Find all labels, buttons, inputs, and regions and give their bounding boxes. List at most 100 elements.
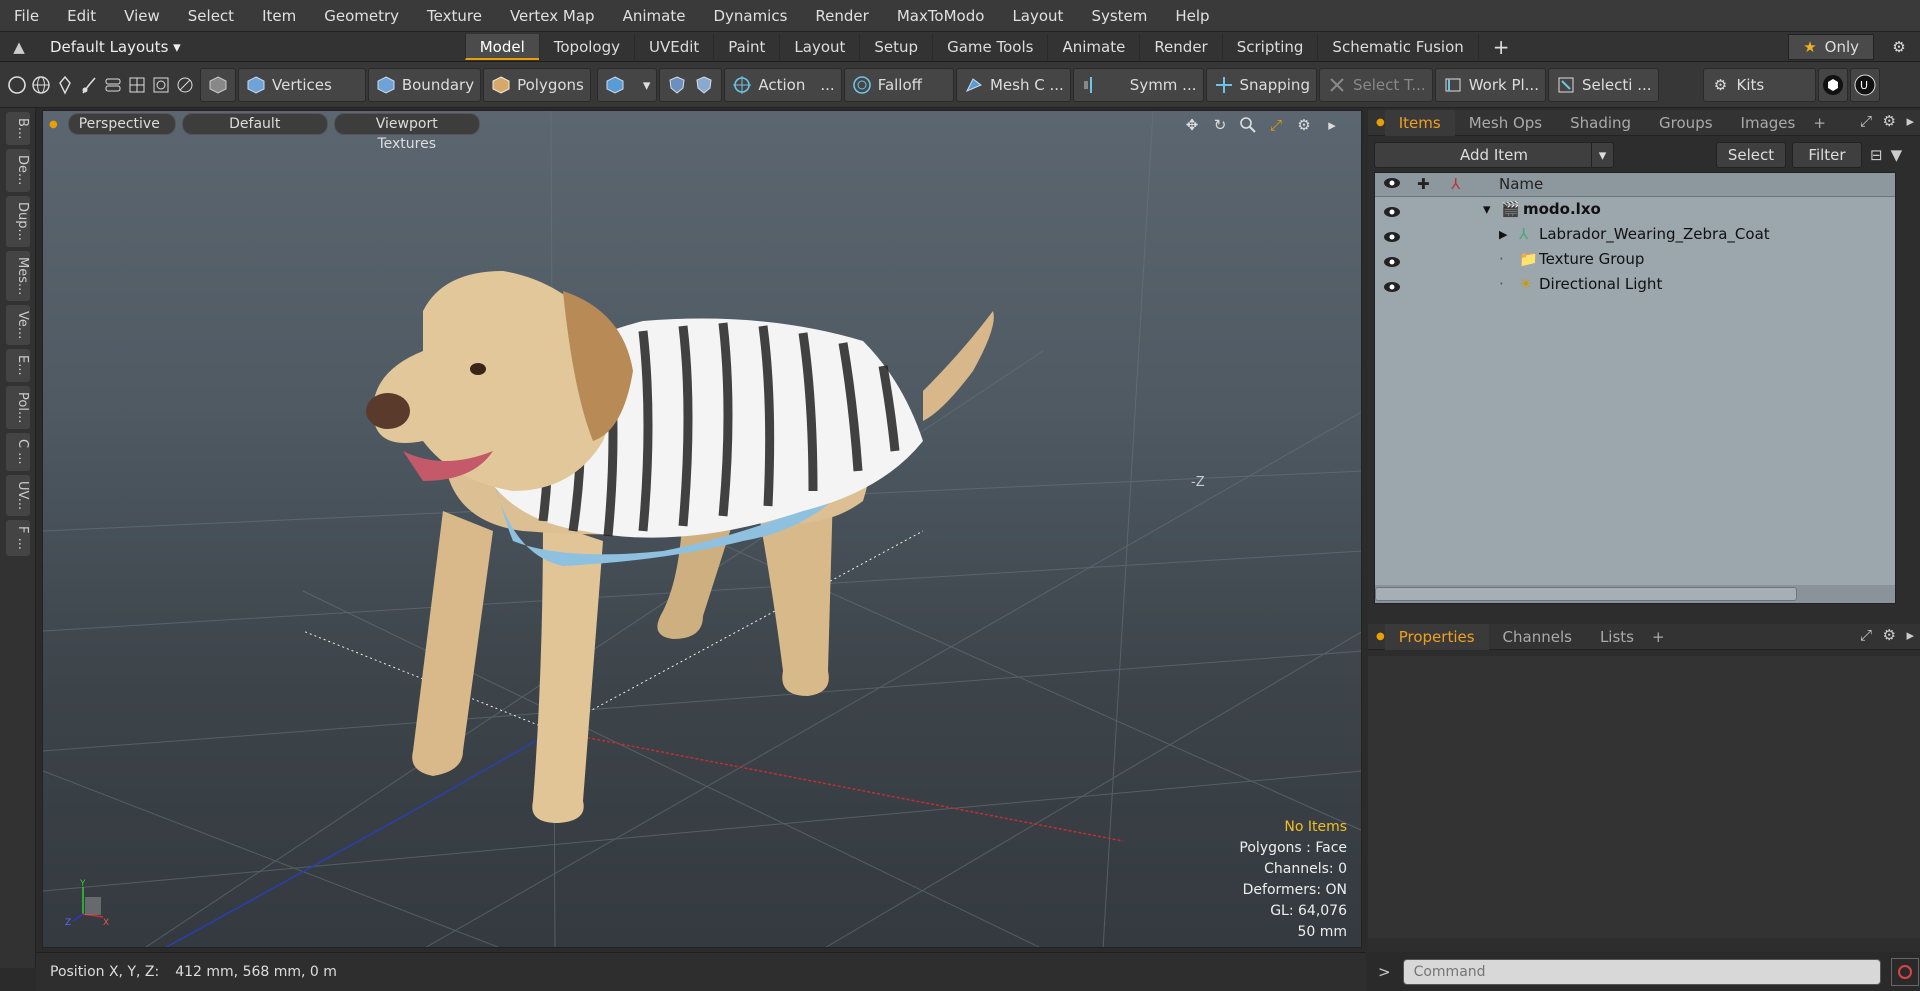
zoom-view-icon[interactable] xyxy=(1237,114,1259,136)
default-shading-button[interactable]: Default xyxy=(181,113,328,135)
boundary-button[interactable]: Boundary xyxy=(367,67,482,102)
grid-icon[interactable] xyxy=(126,74,148,96)
unreal-button[interactable]: U xyxy=(1850,67,1881,102)
frame-icon[interactable] xyxy=(150,74,172,96)
pen-icon[interactable] xyxy=(54,74,76,96)
move-view-icon[interactable]: ✥ xyxy=(1181,114,1203,136)
menu-animate[interactable]: Animate xyxy=(609,0,700,32)
viewport-expand-icon[interactable]: ▸ xyxy=(1321,114,1343,136)
item-row-scene[interactable]: ▾ 🎬 modo.lxo xyxy=(1375,197,1895,222)
item-row-light[interactable]: · ☀ Directional Light xyxy=(1375,272,1895,297)
lasso-icon[interactable] xyxy=(174,74,196,96)
collapse-list-icon[interactable]: ⊟ xyxy=(1870,146,1883,164)
left-tab-deform[interactable]: De... xyxy=(6,149,30,192)
collapse-triangle-icon[interactable]: ▾ xyxy=(1483,197,1491,222)
item-row-mesh[interactable]: ▶ ⅄ Labrador_Wearing_Zebra_Coat xyxy=(1375,222,1895,247)
command-record-button[interactable] xyxy=(1890,957,1919,986)
tab-paint[interactable]: Paint xyxy=(713,33,779,60)
viewport-dot-icon[interactable]: ● xyxy=(49,119,58,130)
tab-uvedit[interactable]: UVEdit xyxy=(633,33,713,60)
falloff-button[interactable]: Falloff xyxy=(843,67,954,102)
visibility-eye-icon[interactable] xyxy=(1383,252,1401,267)
left-tab-curve[interactable]: C ... xyxy=(6,433,30,471)
vertices-button[interactable]: Vertices xyxy=(238,67,366,102)
menu-edit[interactable]: Edit xyxy=(53,0,110,32)
symmetry-shield-button[interactable] xyxy=(659,67,723,102)
tab-layout[interactable]: Layout xyxy=(779,33,859,60)
menu-system[interactable]: System xyxy=(1077,0,1161,32)
tab-shading[interactable]: Shading xyxy=(1556,110,1645,136)
left-tab-mesh-edit[interactable]: Mes... xyxy=(6,250,30,302)
left-tab-fusion[interactable]: F ... xyxy=(6,520,30,557)
menu-layout[interactable]: Layout xyxy=(998,0,1077,32)
action-button[interactable]: Action... xyxy=(724,67,842,102)
menu-file[interactable]: File xyxy=(0,0,53,32)
left-tab-edge[interactable]: E... xyxy=(6,349,30,382)
material-mode-button[interactable]: ▾ xyxy=(596,67,658,102)
items-scroll-thumb[interactable] xyxy=(1375,587,1797,601)
viewport-gear-icon[interactable]: ⚙ xyxy=(1293,114,1315,136)
unity-button[interactable] xyxy=(1818,67,1849,102)
left-tab-polygon[interactable]: Pol... xyxy=(6,385,30,430)
tab-properties[interactable]: Properties xyxy=(1384,623,1489,650)
tab-setup[interactable]: Setup xyxy=(859,33,932,60)
tab-images[interactable]: Images xyxy=(1727,110,1810,136)
add-item-button[interactable]: Add Item ▾ xyxy=(1374,142,1614,168)
layouts-dropdown[interactable]: Default Layouts ▾ xyxy=(50,38,181,56)
left-tab-vertex[interactable]: Ve... xyxy=(6,305,30,346)
fit-view-icon[interactable]: ⤢ xyxy=(1265,114,1287,136)
left-tab-basic[interactable]: B... xyxy=(6,112,30,146)
tab-items[interactable]: Items xyxy=(1384,109,1455,136)
tab-model[interactable]: Model xyxy=(464,33,539,60)
tab-scripting[interactable]: Scripting xyxy=(1221,33,1318,60)
work-plane-button[interactable]: Work Pl... xyxy=(1434,67,1546,102)
left-tab-uv[interactable]: UV... xyxy=(6,474,30,517)
rotate-view-icon[interactable]: ↻ xyxy=(1209,114,1231,136)
menu-dynamics[interactable]: Dynamics xyxy=(699,0,801,32)
symmetry-button[interactable]: Symm ... xyxy=(1072,67,1204,102)
menu-maxtomodo[interactable]: MaxToModo xyxy=(883,0,999,32)
menu-select[interactable]: Select xyxy=(174,0,248,32)
snapping-button[interactable]: Snapping xyxy=(1205,67,1317,102)
panel-expand-icon[interactable]: ⤢ xyxy=(1860,112,1872,130)
perspective-button[interactable]: Perspective xyxy=(67,113,176,135)
item-row-texture-group[interactable]: · 📁 Texture Group xyxy=(1375,247,1895,272)
chevron-down-icon[interactable]: ▾ xyxy=(643,76,651,94)
tab-channels[interactable]: Channels xyxy=(1489,624,1586,650)
labrador-model[interactable] xyxy=(43,111,1362,948)
tab-mesh-ops[interactable]: Mesh Ops xyxy=(1455,110,1556,136)
circle-select-icon[interactable] xyxy=(6,74,28,96)
mesh-constraint-button[interactable]: Mesh C ... xyxy=(955,67,1071,102)
polygons-button[interactable]: Polygons xyxy=(483,67,591,102)
tab-animate[interactable]: Animate xyxy=(1047,33,1139,60)
props-arrow-icon[interactable]: ▸ xyxy=(1906,626,1914,644)
add-tab-icon[interactable]: + xyxy=(1477,33,1524,60)
menu-render[interactable]: Render xyxy=(801,0,882,32)
left-tab-duplicate[interactable]: Dup... xyxy=(6,195,30,247)
props-expand-icon[interactable]: ⤢ xyxy=(1860,626,1872,644)
properties-dot-icon[interactable]: ● xyxy=(1376,631,1385,642)
globe-icon[interactable] xyxy=(30,74,52,96)
menu-vertex-map[interactable]: Vertex Map xyxy=(496,0,609,32)
menu-help[interactable]: Help xyxy=(1161,0,1223,32)
3d-viewport[interactable]: ● Perspective Default Viewport Textures … xyxy=(42,110,1362,948)
name-header[interactable]: Name xyxy=(1499,175,1543,193)
visibility-eye-icon[interactable] xyxy=(1383,277,1401,292)
menu-geometry[interactable]: Geometry xyxy=(310,0,413,32)
tab-topology[interactable]: Topology xyxy=(538,33,634,60)
tab-groups[interactable]: Groups xyxy=(1645,110,1726,136)
items-scrollbar[interactable] xyxy=(1375,585,1895,603)
props-gear-icon[interactable]: ⚙ xyxy=(1883,626,1896,644)
menu-texture[interactable]: Texture xyxy=(413,0,496,32)
kits-button[interactable]: ⚙ Kits xyxy=(1702,67,1817,102)
menu-item[interactable]: Item xyxy=(248,0,310,32)
tab-schematic-fusion[interactable]: Schematic Fusion xyxy=(1317,33,1477,60)
select-through-button[interactable]: Select T... xyxy=(1318,67,1433,102)
add-item-dropdown-icon[interactable]: ▾ xyxy=(1591,143,1613,167)
selection-sets-button[interactable]: Selecti ... xyxy=(1547,67,1659,102)
filter-button[interactable]: Filter xyxy=(1792,142,1862,168)
expand-triangle-icon[interactable]: ▶ xyxy=(1499,222,1507,247)
add-props-tab-icon[interactable]: + xyxy=(1648,624,1669,650)
funnel-icon[interactable]: ▼ xyxy=(1891,146,1903,164)
visibility-eye-icon[interactable] xyxy=(1383,202,1401,217)
